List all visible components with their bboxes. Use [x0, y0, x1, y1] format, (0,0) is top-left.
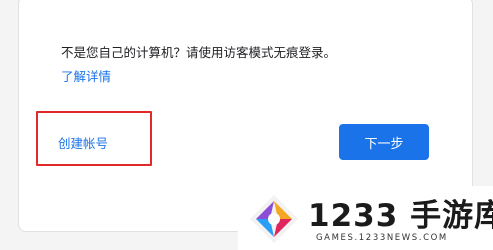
learn-more-link[interactable]: 了解详情 [61, 66, 111, 85]
watermark-brand: 1233 手游库 [308, 198, 493, 234]
guest-mode-notice: 不是您自己的计算机？请使用访客模式无痕登录。 [61, 45, 337, 60]
watermark-url: GAMES.1233NEWS.COM [316, 233, 448, 243]
next-button[interactable]: 下一步 [339, 124, 429, 160]
watermark-logo-icon [250, 195, 298, 243]
create-account-button[interactable]: 创建帐号 [58, 128, 138, 156]
